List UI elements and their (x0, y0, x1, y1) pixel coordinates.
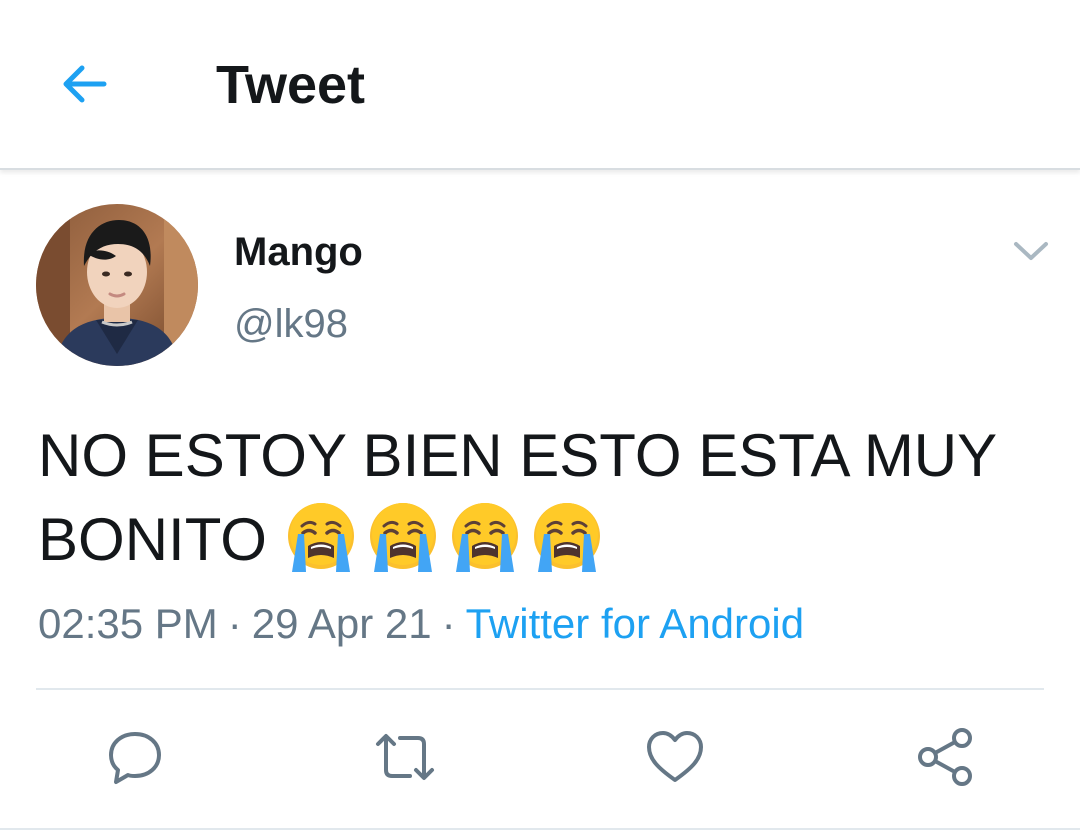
author-display-name[interactable]: Mango (234, 228, 363, 276)
retweet-icon (376, 734, 434, 780)
bottom-divider (0, 828, 1080, 830)
crying-face-emoji (530, 500, 604, 574)
chevron-down-icon (1014, 242, 1048, 260)
share-icon (918, 728, 972, 786)
share-button[interactable] (910, 722, 980, 792)
crying-face-emoji (448, 500, 522, 574)
page-title: Tweet (216, 55, 366, 115)
author-handle[interactable]: @lk98 (234, 300, 348, 348)
crying-face-emoji (366, 500, 440, 574)
heart-icon (647, 731, 703, 782)
reply-button[interactable] (100, 722, 170, 792)
tweet-date: 29 Apr 21 (251, 600, 432, 647)
profile-photo (36, 204, 198, 366)
tweet-text: NO ESTOY BIEN ESTO ESTA MUY BONITO (38, 414, 1048, 582)
crying-face-emoji (284, 500, 358, 574)
meta-separator: · (227, 600, 242, 647)
tweet-options-button[interactable] (1006, 226, 1056, 276)
reply-icon (109, 732, 161, 784)
tweet-source-link[interactable]: Twitter for Android (466, 600, 804, 647)
tweet-metadata: 02:35 PM · 29 Apr 21 · Twitter for Android (38, 598, 804, 650)
like-button[interactable] (640, 722, 710, 792)
meta-separator: · (441, 600, 456, 647)
arrow-left-icon (63, 65, 107, 103)
back-button[interactable] (52, 52, 116, 116)
top-app-bar: Tweet (0, 0, 1080, 170)
tweet-time: 02:35 PM (38, 600, 218, 647)
avatar[interactable] (36, 204, 198, 366)
retweet-button[interactable] (370, 722, 440, 792)
emoji-row (284, 503, 612, 573)
divider (36, 688, 1044, 690)
